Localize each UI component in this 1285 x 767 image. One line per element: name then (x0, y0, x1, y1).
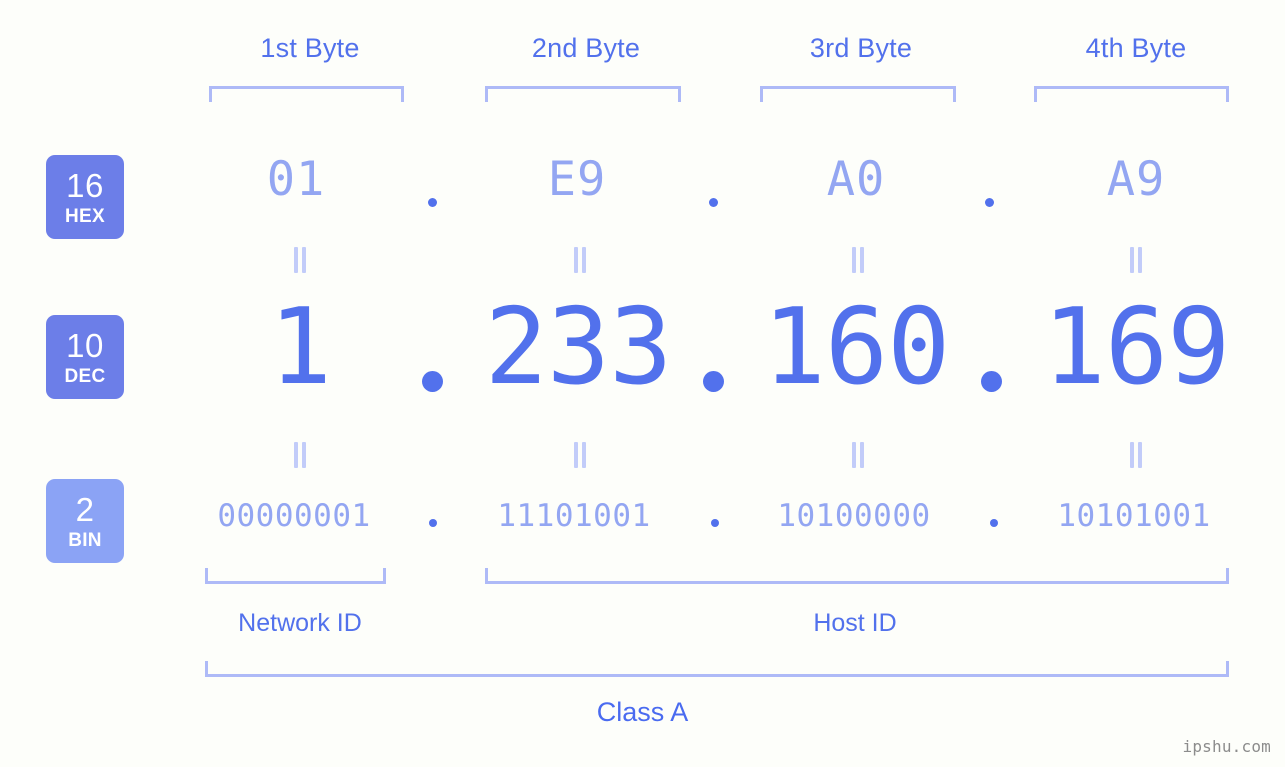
hex-octet-1: 01 (266, 152, 326, 207)
class-bracket (205, 661, 1229, 677)
bin-octet-4: 10101001 (1057, 498, 1211, 534)
byte-header-1: 1st Byte (260, 33, 360, 63)
equals-mark-dec-bin-1 (292, 442, 308, 468)
dec-octet-2: 233 (484, 286, 673, 408)
equals-mark-hex-dec-4 (1128, 247, 1144, 273)
bin-octet-3: 10100000 (777, 498, 931, 534)
hex-separator-dot-2 (709, 198, 718, 207)
hex-octet-4: A9 (1106, 152, 1166, 207)
equals-mark-hex-dec-2 (572, 247, 588, 273)
base-badge-bin-name: BIN (68, 529, 102, 551)
byte-header-3: 3rd Byte (809, 33, 913, 63)
base-badge-bin: 2 BIN (46, 479, 124, 563)
base-badge-hex: 16 HEX (46, 155, 124, 239)
byte-bracket-4 (1034, 86, 1229, 102)
network-id-bracket (205, 568, 386, 584)
dec-separator-dot-1 (422, 371, 443, 392)
dec-octet-4: 169 (1042, 286, 1231, 408)
bin-octet-1: 00000001 (217, 498, 371, 534)
equals-mark-dec-bin-2 (572, 442, 588, 468)
class-label: Class A (596, 697, 689, 727)
byte-header-2: 2nd Byte (531, 33, 641, 63)
bin-octet-2: 11101001 (497, 498, 651, 534)
byte-bracket-2 (485, 86, 681, 102)
equals-mark-hex-dec-1 (292, 247, 308, 273)
base-badge-dec: 10 DEC (46, 315, 124, 399)
byte-bracket-1 (209, 86, 404, 102)
equals-mark-dec-bin-3 (850, 442, 866, 468)
base-badge-dec-number: 10 (66, 326, 104, 364)
hex-separator-dot-1 (428, 198, 437, 207)
site-watermark: ipshu.com (1182, 737, 1271, 756)
dec-separator-dot-2 (703, 371, 724, 392)
base-badge-bin-number: 2 (75, 490, 95, 528)
hex-separator-dot-3 (985, 198, 994, 207)
dec-octet-3: 160 (762, 286, 951, 408)
dec-separator-dot-3 (981, 371, 1002, 392)
equals-mark-dec-bin-4 (1128, 442, 1144, 468)
base-badge-hex-number: 16 (66, 166, 104, 204)
hex-octet-2: E9 (547, 152, 607, 207)
hex-octet-3: A0 (826, 152, 886, 207)
base-badge-hex-name: HEX (65, 205, 105, 227)
byte-header-4: 4th Byte (1085, 33, 1187, 63)
base-badge-dec-name: DEC (64, 365, 106, 387)
host-id-bracket (485, 568, 1229, 584)
equals-mark-hex-dec-3 (850, 247, 866, 273)
byte-bracket-3 (760, 86, 956, 102)
host-id-label: Host ID (813, 609, 897, 637)
bin-separator-dot-2 (711, 519, 719, 527)
bin-separator-dot-3 (990, 519, 998, 527)
bin-separator-dot-1 (429, 519, 437, 527)
network-id-label: Network ID (238, 609, 362, 637)
dec-octet-1: 1 (268, 286, 332, 408)
ip-breakdown-diagram: 1st Byte 2nd Byte 3rd Byte 4th Byte 16 H… (0, 0, 1285, 767)
